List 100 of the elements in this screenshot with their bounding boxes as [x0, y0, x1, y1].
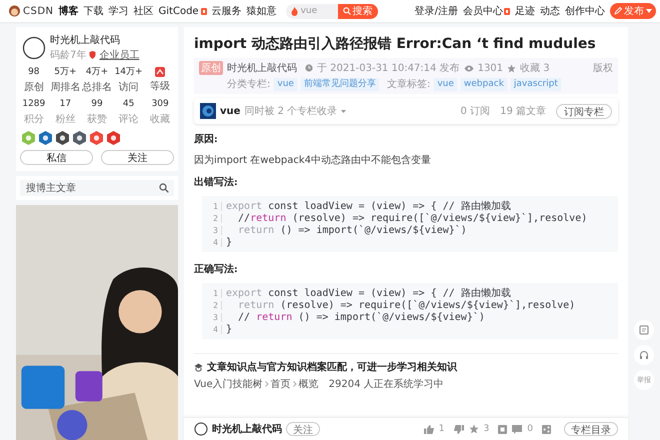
nav-link[interactable]: GitCode: [158, 6, 207, 16]
breadcrumb-link[interactable]: 首页: [270, 377, 291, 391]
hexagon-badge-icon[interactable]: [107, 131, 120, 145]
stat-value: 5万+: [54, 67, 77, 78]
author-link[interactable]: 时光机上敲代码: [227, 61, 297, 75]
breadcrumb-link[interactable]: 概览: [298, 377, 319, 391]
section-heading: 原因:: [194, 133, 219, 146]
learner-count: 29204 人正在系统学习中: [328, 378, 444, 391]
document-icon[interactable]: [634, 320, 654, 340]
section-heading: 正确写法:: [194, 262, 239, 276]
stat-label: 周排名: [50, 80, 80, 94]
original-tag: 原创: [199, 61, 223, 75]
header-link[interactable]: 创作中心: [565, 4, 605, 18]
header-link[interactable]: 足迹: [515, 4, 535, 18]
thumbs-up-icon[interactable]: [424, 424, 434, 434]
subscribe-button[interactable]: 订阅专栏: [556, 104, 612, 118]
header-link[interactable]: 动态: [540, 4, 560, 18]
search-icon[interactable]: [159, 183, 169, 193]
line-number: 2: [208, 300, 222, 310]
hexagon-badge-icon[interactable]: [90, 131, 103, 145]
code-line: }: [225, 236, 232, 248]
line-number: 1: [208, 288, 222, 298]
breadcrumb-link[interactable]: Vue入门技能树: [194, 377, 263, 391]
avatar-icon[interactable]: [22, 36, 46, 60]
nav-link[interactable]: 下载: [84, 4, 104, 18]
header-link[interactable]: 会员中心: [463, 4, 510, 18]
coding-age: 码龄7年: [50, 48, 86, 62]
stat-label: 原创: [24, 81, 44, 94]
article-count: 19 篇文章: [500, 104, 546, 118]
level-icon: [155, 67, 166, 77]
stat-label: 收藏: [150, 112, 170, 126]
code-line: // return () => import(`@/views/${view}`): [237, 312, 485, 322]
nav-link[interactable]: 社区: [134, 4, 154, 18]
employee-label: 企业员工: [99, 48, 140, 62]
category-label: 分类专栏:: [227, 78, 270, 91]
section-heading: 出错写法:: [194, 176, 239, 189]
line-number: 4: [208, 238, 222, 246]
line-number: 1: [208, 202, 222, 210]
chevron-icon: [264, 381, 269, 387]
publish-time: 于 2021-03-31 10:47:14 发布: [317, 62, 460, 75]
stat-label: 粉丝: [55, 112, 76, 126]
like-count: 1: [438, 424, 445, 434]
stat-value: 309: [152, 99, 169, 110]
code-line: return (resolve) => require([`@/views/${view}`],resolve): [237, 300, 576, 310]
line-number: 3: [208, 312, 222, 322]
code-line: //return (resolve) => require([`@/views/${view}`],resolve): [237, 212, 588, 224]
stat-value: 17: [60, 99, 72, 110]
code-line: export const loadView = (view) => { // 路由懒加载: [225, 200, 511, 213]
stat-value: 99: [91, 99, 103, 110]
follow-button[interactable]: 关注: [286, 422, 320, 436]
clock-icon: [305, 64, 313, 72]
stat-label: 访问: [118, 80, 139, 94]
headset-icon[interactable]: [634, 345, 654, 365]
share-icon[interactable]: [542, 424, 551, 434]
column-name[interactable]: vue: [220, 106, 240, 116]
square-icon[interactable]: [498, 424, 508, 434]
hexagon-badge-icon[interactable]: [39, 131, 52, 145]
search-icon: [342, 7, 351, 15]
stat-label: 积分: [24, 113, 44, 126]
comment-icon[interactable]: [512, 424, 522, 434]
pen-icon: [614, 7, 622, 15]
stat-label: 总排名: [82, 80, 112, 94]
eye-icon: [464, 64, 474, 72]
hexagon-badge-icon[interactable]: [73, 131, 86, 145]
caret-icon: [646, 9, 652, 13]
site-logo[interactable]: CSDN: [23, 6, 54, 16]
line-number: 4: [208, 324, 222, 334]
author-name[interactable]: 时光机上敲代码: [212, 422, 282, 436]
stat-value: 4万+: [86, 67, 108, 78]
thumbs-down-icon[interactable]: [454, 424, 464, 434]
profile-button[interactable]: 私信: [20, 150, 93, 165]
nav-link[interactable]: 猿如意: [246, 4, 277, 18]
code-line: export const loadView = (view) => { // 路由懒加载: [225, 286, 511, 300]
hexagon-badge-icon[interactable]: [56, 131, 69, 145]
search-field[interactable]: vue: [286, 4, 338, 18]
star-icon[interactable]: [468, 424, 479, 434]
column-toc-button[interactable]: 专栏目录: [564, 422, 618, 436]
knowledge-icon: [194, 362, 203, 372]
favorite-count: 3: [484, 424, 490, 434]
code-line: }: [225, 324, 232, 334]
header-link[interactable]: 登录/注册: [414, 4, 458, 18]
stat-label: 等级: [150, 80, 170, 93]
stat-value: 98: [28, 67, 40, 78]
paragraph: 因为import 在webpack4中动态路由中不能包含变量: [194, 154, 432, 167]
author-name[interactable]: 时光机上敲代码: [50, 33, 140, 47]
view-count: 1301: [478, 62, 504, 74]
comment-count: 0: [527, 424, 533, 434]
code-line: return () => import(`@/views/${view}`): [237, 224, 467, 236]
avatar-icon[interactable]: [194, 422, 208, 436]
nav-link[interactable]: 学习: [108, 4, 129, 18]
nav-link[interactable]: 博客: [58, 4, 79, 18]
nav-link[interactable]: 云服务: [212, 4, 242, 18]
knowledge-title: 文章知识点与官方知识档案匹配，可进一步学习相关知识: [207, 360, 457, 374]
line-number: 3: [208, 226, 222, 234]
tags-label: 文章标签:: [386, 78, 430, 91]
article-title: import 动态路由引入路径报错 Error:Can ‘t find mudules: [194, 35, 597, 53]
caret-icon: [341, 110, 346, 112]
stat-label: 获赞: [86, 112, 107, 126]
blog-search-field[interactable]: 搜博主文章: [20, 180, 174, 196]
profile-button[interactable]: 关注: [101, 150, 174, 165]
